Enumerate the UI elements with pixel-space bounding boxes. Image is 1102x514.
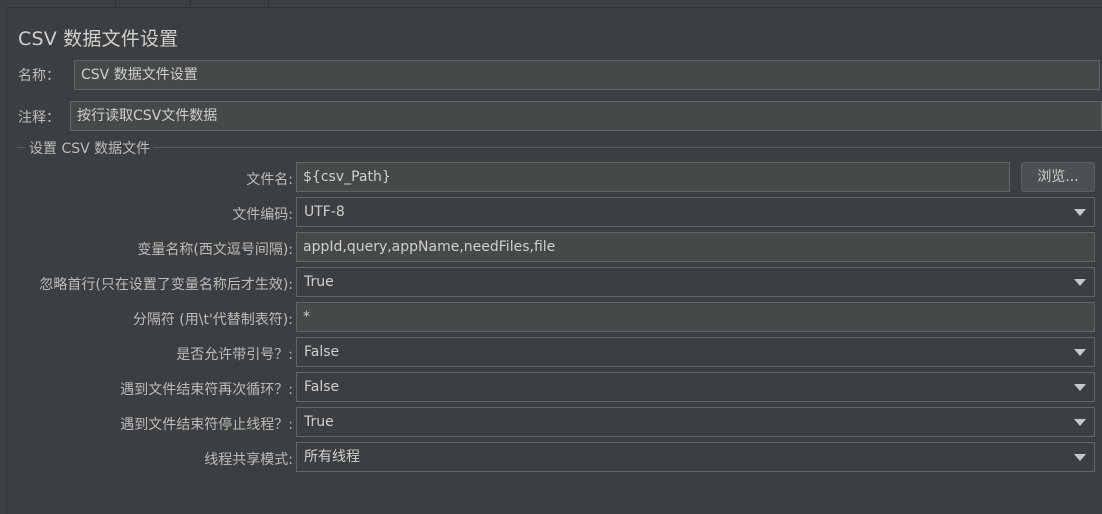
group-border-top (150, 147, 1102, 148)
var-names-label: 变量名称(西文逗号间隔): (137, 242, 293, 258)
recycle-eof-dropdown[interactable]: False (296, 372, 1095, 402)
recycle-eof-label: 遇到文件结束符再次循环？: (120, 382, 293, 398)
sharing-mode-label: 线程共享模式: (204, 452, 293, 468)
chevron-down-icon[interactable] (1074, 384, 1086, 391)
allow-quoted-value: False (304, 344, 340, 360)
sharing-mode-dropdown[interactable]: 所有线程 (296, 442, 1095, 472)
encoding-label: 文件编码: (232, 207, 293, 223)
allow-quoted-dropdown[interactable]: False (296, 337, 1095, 367)
ignore-first-label: 忽略首行(只在设置了变量名称后才生效): (39, 277, 293, 293)
ignore-first-value: True (304, 274, 334, 290)
delimiter-input[interactable]: * (296, 302, 1095, 332)
tab-divider (268, 0, 269, 6)
tab-divider (115, 0, 116, 6)
var-names-input[interactable]: appId,query,appName,needFiles,file (296, 232, 1095, 262)
panel-title: CSV 数据文件设置 (18, 28, 179, 50)
chevron-down-icon[interactable] (1074, 454, 1086, 461)
delimiter-label: 分隔符 (用\t'代替制表符): (132, 312, 293, 328)
left-edge-border (0, 7, 8, 514)
chevron-down-icon[interactable] (1074, 419, 1086, 426)
ignore-first-dropdown[interactable]: True (296, 267, 1095, 297)
filename-label: 文件名: (246, 172, 293, 188)
tab-divider (190, 0, 191, 6)
name-label: 名称： (18, 68, 60, 84)
stop-thread-eof-label: 遇到文件结束符停止线程？: (120, 417, 293, 433)
sharing-mode-value: 所有线程 (304, 449, 360, 465)
encoding-value: UTF-8 (304, 204, 345, 220)
name-input[interactable]: CSV 数据文件设置 (74, 60, 1100, 90)
top-tab-strip (0, 0, 1102, 8)
comment-label: 注释： (18, 110, 60, 126)
encoding-dropdown[interactable]: UTF-8 (296, 197, 1095, 227)
filename-input[interactable]: ${csv_Path} (296, 162, 1010, 192)
chevron-down-icon[interactable] (1074, 279, 1086, 286)
allow-quoted-label: 是否允许带引号？: (176, 347, 293, 363)
browse-button[interactable]: 浏览... (1021, 162, 1095, 192)
group-border-left-top (17, 147, 25, 148)
stop-thread-eof-value: True (304, 414, 334, 430)
group-title: 设置 CSV 数据文件 (26, 138, 154, 158)
chevron-down-icon[interactable] (1074, 349, 1086, 356)
comment-input[interactable]: 按行读取CSV文件数据 (70, 101, 1102, 131)
stop-thread-eof-dropdown[interactable]: True (296, 407, 1095, 437)
chevron-down-icon[interactable] (1074, 209, 1086, 216)
recycle-eof-value: False (304, 379, 340, 395)
